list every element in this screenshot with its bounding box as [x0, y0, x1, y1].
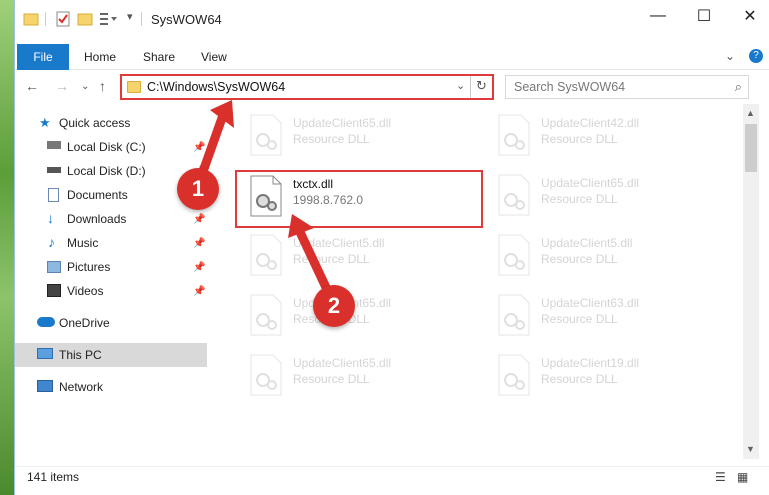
- step-1-callout: 1: [177, 168, 219, 210]
- annotation-layer: [195, 100, 335, 301]
- step-2-callout: 2: [313, 285, 355, 327]
- arrow-2: [288, 214, 335, 301]
- arrow-1: [195, 100, 234, 185]
